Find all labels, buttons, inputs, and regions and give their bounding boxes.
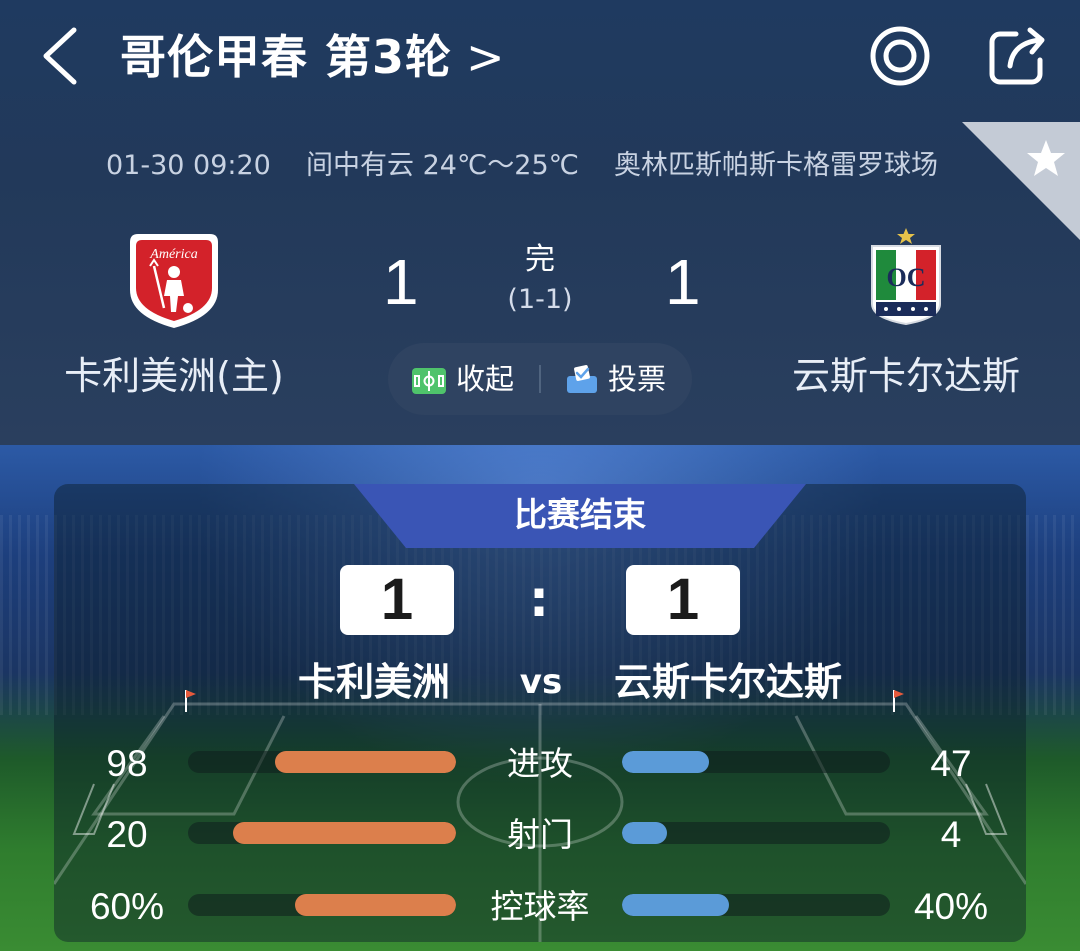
away-team-logo: OC — [871, 228, 941, 326]
stat-row-attack: 98 进攻 47 — [54, 736, 1026, 792]
vote-button[interactable]: 投票 — [566, 343, 666, 415]
summary-home-score: 1 — [340, 565, 454, 635]
match-datetime: 01-30 09:20 — [106, 150, 271, 181]
competition-round-link[interactable]: 哥伦甲春 第3轮 > — [120, 22, 506, 92]
weather-text: 间中有云 24℃～25℃ — [306, 150, 579, 181]
away-team-name: 云斯卡尔达斯 — [791, 354, 1020, 398]
stat-home-bar — [295, 894, 456, 916]
stat-away-value: 4 — [940, 814, 962, 855]
stat-label: 控球率 — [490, 887, 590, 926]
half-time-score: (1-1) — [507, 284, 573, 315]
summary-away-name: 云斯卡尔达斯 — [614, 660, 843, 704]
chevron-left-icon — [43, 27, 77, 85]
stat-label: 射门 — [507, 815, 573, 854]
target-icon — [870, 26, 930, 86]
score-colon: : — [529, 570, 549, 628]
away-score: 1 — [665, 246, 701, 318]
action-pill: 收起 投票 — [388, 343, 692, 415]
away-logo-text: OC — [887, 263, 926, 292]
stat-row-possession: 60% 控球率 40% — [54, 879, 1026, 935]
venue-name: 奥林匹斯帕斯卡格雷罗球场 — [614, 150, 938, 181]
collapse-button[interactable]: 收起 — [412, 343, 514, 415]
away-team[interactable]: OC 云斯卡尔达斯 — [756, 226, 1056, 402]
stat-home-track — [188, 822, 456, 844]
home-team-name: 卡利美洲(主) — [64, 354, 284, 398]
stat-away-track — [622, 894, 890, 916]
pitch-lines — [54, 690, 1026, 942]
divider — [539, 365, 541, 393]
stat-home-bar — [232, 822, 456, 844]
live-view-button[interactable] — [868, 24, 932, 88]
match-header: 哥伦甲春 第3轮 > 01-30 09:20 间中有云 24℃～25℃ 奥林匹斯… — [0, 0, 1080, 445]
vs-label: vs — [519, 662, 563, 702]
stat-away-track — [622, 822, 890, 844]
match-info-line: 01-30 09:20 间中有云 24℃～25℃ 奥林匹斯帕斯卡格雷罗球场 — [0, 146, 1080, 186]
stat-home-track — [188, 894, 456, 916]
vote-label: 投票 — [608, 362, 667, 396]
stat-home-bar — [274, 751, 456, 773]
home-logo-text: América — [149, 247, 197, 262]
summary-away-score: 1 — [626, 565, 740, 635]
share-icon — [989, 27, 1045, 85]
stat-row-shots: 20 射门 4 — [54, 807, 1026, 863]
back-button[interactable] — [36, 24, 88, 88]
home-score: 1 — [383, 246, 419, 318]
match-status-text: 完 — [525, 242, 555, 277]
stat-away-bar — [622, 894, 730, 916]
match-status: 完 (1-1) — [470, 240, 610, 320]
stat-away-bar — [622, 751, 709, 773]
stat-home-value: 98 — [106, 743, 148, 784]
stat-home-track — [188, 751, 456, 773]
match-summary-panel: 比赛结束 1 : 1 卡利美洲 vs 云斯卡尔达斯 98 进攻 47 20 射门… — [54, 484, 1026, 942]
stat-home-value: 20 — [106, 814, 148, 855]
match-ended-tab: 比赛结束 — [354, 484, 806, 548]
match-ended-label: 比赛结束 — [514, 495, 646, 534]
stat-home-value: 60% — [89, 886, 165, 927]
stat-away-track — [622, 751, 890, 773]
home-team[interactable]: América 卡利美洲(主) — [24, 226, 324, 402]
stat-away-value: 47 — [930, 743, 972, 784]
ballot-icon — [567, 365, 597, 393]
star-icon — [897, 228, 915, 244]
share-button[interactable] — [986, 24, 1050, 88]
home-team-logo: América — [130, 234, 218, 328]
collapse-label: 收起 — [456, 362, 515, 396]
stat-label: 进攻 — [507, 744, 573, 783]
pitch-icon — [412, 368, 446, 394]
stat-away-bar — [622, 822, 667, 844]
chevron-right-icon: > — [466, 30, 506, 84]
summary-home-name: 卡利美洲 — [298, 660, 451, 704]
top-bar: 哥伦甲春 第3轮 > — [0, 0, 1080, 112]
competition-round-title: 哥伦甲春 第3轮 — [120, 30, 453, 84]
corner-flag-right — [893, 690, 904, 712]
stat-away-value: 40% — [913, 886, 989, 927]
stadium-background: 比赛结束 1 : 1 卡利美洲 vs 云斯卡尔达斯 98 进攻 47 20 射门… — [0, 445, 1080, 951]
corner-flag-left — [185, 690, 196, 712]
